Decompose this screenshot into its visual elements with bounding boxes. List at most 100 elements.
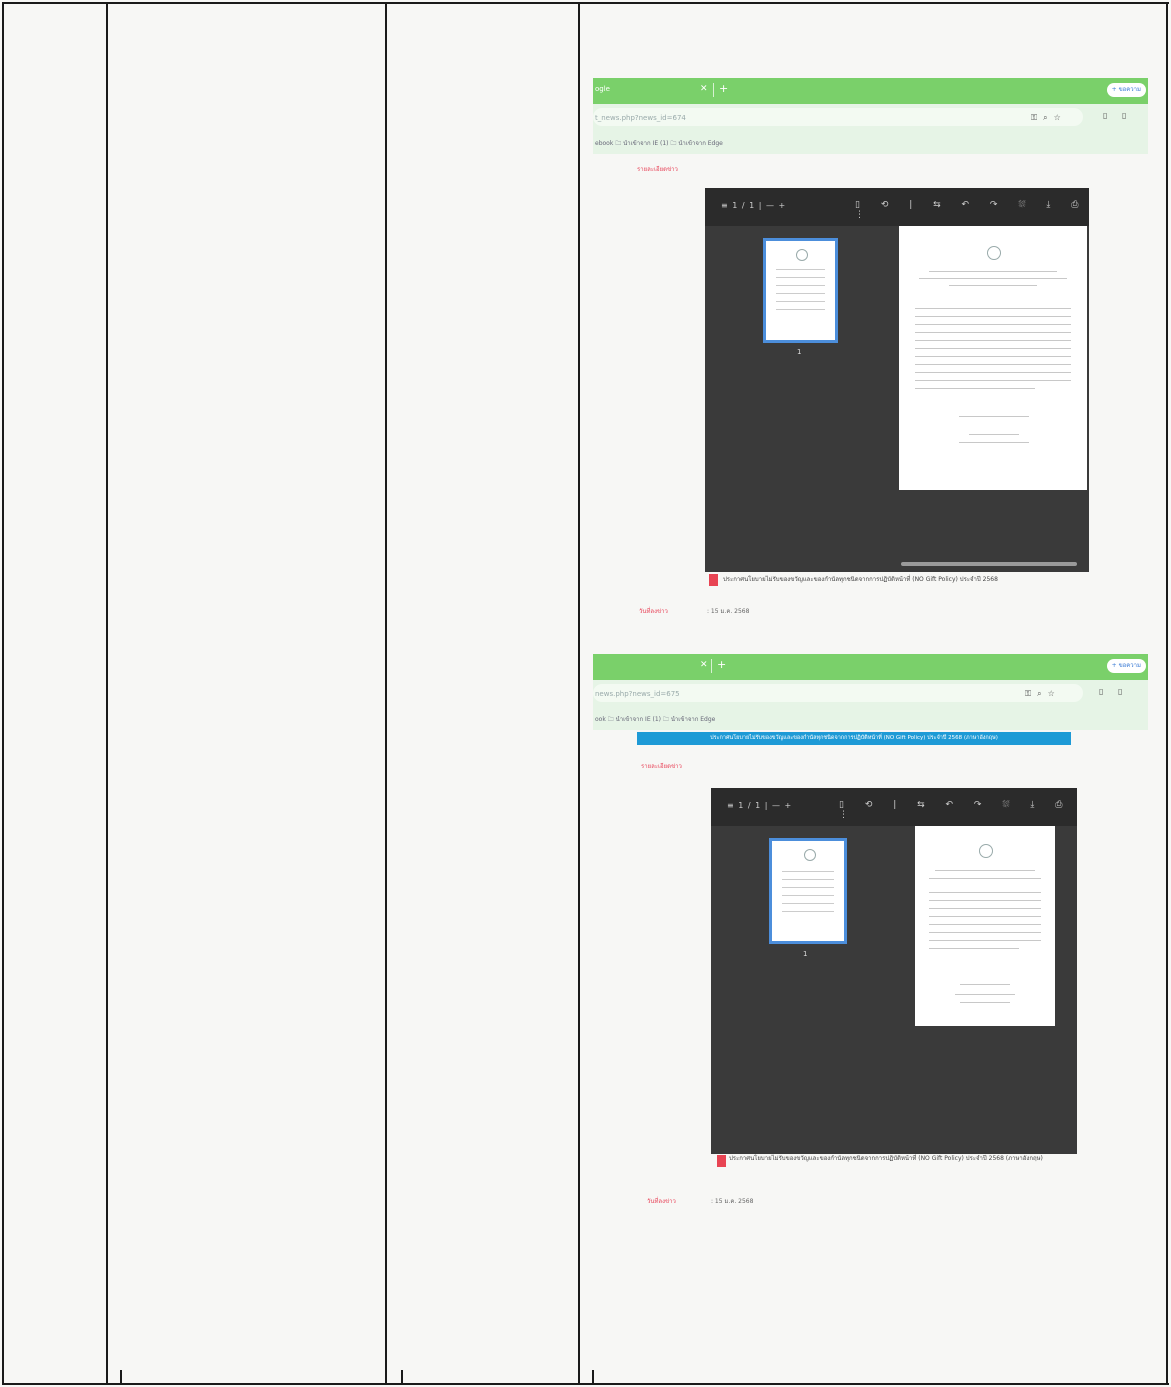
pdf-toolbar-icons[interactable]: ▯ ⟲ | ⇆ ↶ ↷ ⛆ ⤓ ⎙ ⋮ xyxy=(839,800,1077,820)
thumb-text-line xyxy=(776,301,825,302)
page-counter[interactable]: ≡ 1 / 1 | — + xyxy=(721,201,786,210)
extension-icons[interactable]: ▯ ▯ xyxy=(1099,687,1128,696)
pdf-page xyxy=(899,226,1087,490)
thumb-text-line xyxy=(776,269,825,270)
page-text-line xyxy=(929,924,1041,925)
browser-tab-bar: ogle ✕ + + ขอความ xyxy=(593,78,1148,104)
date-value: : 15 ม.ค. 2568 xyxy=(707,608,750,615)
news-title-banner: ประกาศนโยบายไม่รับของขวัญและของกำนัลทุกช… xyxy=(637,732,1071,745)
pdf-toolbar: ≡ 1 / 1 | — + ▯ ⟲ | ⇆ ↶ ↷ ⛆ ⤓ ⎙ ⋮ xyxy=(705,188,1089,226)
seal-icon xyxy=(987,246,1001,260)
address-bar: news.php?news_id=675 ⚿⌕☆ ▯ ▯ xyxy=(593,680,1148,708)
chip-button[interactable]: + ขอความ xyxy=(1106,83,1146,97)
column-divider-4 xyxy=(401,1370,403,1385)
new-tab-icon[interactable]: + xyxy=(719,82,728,95)
bookmarks-bar: ebook 🗀 นำเข้าจาก IE (1) 🗀 นำเข้าจาก Edg… xyxy=(593,132,1148,154)
page-text-line xyxy=(929,916,1041,917)
tab-close-icon[interactable]: ✕ xyxy=(700,84,708,94)
date-label: วันที่ลงข่าว xyxy=(639,608,668,615)
extension-icons[interactable]: ▯ ▯ xyxy=(1103,111,1132,120)
page-text-line xyxy=(929,271,1057,272)
table-border-left xyxy=(2,2,4,1385)
thumb-text-line xyxy=(776,277,825,278)
thumb-text-line xyxy=(776,285,825,286)
pdf-viewer: ≡ 1 / 1 | — + ▯ ⟲ | ⇆ ↶ ↷ ⛆ ⤓ ⎙ ⋮ 1 xyxy=(711,788,1077,1154)
pdf-file-icon[interactable] xyxy=(709,574,718,586)
thumb-text-line xyxy=(782,871,834,872)
page-text-line xyxy=(915,332,1071,333)
address-bar: t_news.php?news_id=674 ⚿⌕☆ ▯ ▯ xyxy=(593,104,1148,132)
thumbnail-number: 1 xyxy=(797,348,802,356)
page-text-line xyxy=(915,308,1071,309)
browser-tab-bar: ✕ + + ขอความ xyxy=(593,654,1148,680)
page-text-line xyxy=(960,1002,1010,1003)
tab-close-icon[interactable]: ✕ xyxy=(700,660,708,670)
page-text-line xyxy=(959,416,1029,417)
page-text-line xyxy=(929,892,1041,893)
chip-button[interactable]: + ขอความ xyxy=(1106,659,1146,673)
page-text-line xyxy=(915,356,1071,357)
page-text-line xyxy=(929,878,1041,879)
tab-title[interactable]: ogle xyxy=(595,85,610,93)
pdf-toolbar-icons[interactable]: ▯ ⟲ | ⇆ ↶ ↷ ⛆ ⤓ ⎙ ⋮ xyxy=(855,200,1089,220)
tab-separator xyxy=(711,659,712,673)
bookmarks-text[interactable]: ook 🗀 นำเข้าจาก IE (1) 🗀 นำเข้าจาก Edge xyxy=(595,714,715,725)
page-counter[interactable]: ≡ 1 / 1 | — + xyxy=(727,801,792,810)
thumbnail-number: 1 xyxy=(803,950,808,958)
section-label: รายละเอียดข่าว xyxy=(637,166,678,173)
date-value: : 15 ม.ค. 2568 xyxy=(711,1198,754,1205)
page-text-line xyxy=(929,908,1041,909)
browser-screenshot-2: ✕ + + ขอความ news.php?news_id=675 ⚿⌕☆ ▯ … xyxy=(593,654,1148,1214)
url-text: news.php?news_id=675 xyxy=(595,690,680,698)
date-label: วันที่ลงข่าว xyxy=(647,1198,676,1205)
page-text-line xyxy=(915,324,1071,325)
page-text-line xyxy=(915,316,1071,317)
page-text-line xyxy=(949,285,1037,286)
column-divider-6 xyxy=(592,1370,594,1385)
page-text-line xyxy=(969,434,1019,435)
thumb-text-line xyxy=(776,309,825,310)
tab-separator xyxy=(713,83,714,97)
page-text-line xyxy=(929,932,1041,933)
thumb-text-line xyxy=(776,293,825,294)
seal-icon xyxy=(979,844,993,858)
bookmarks-text[interactable]: ebook 🗀 นำเข้าจาก IE (1) 🗀 นำเข้าจาก Edg… xyxy=(595,138,723,149)
new-tab-icon[interactable]: + xyxy=(717,658,726,671)
table-border-right xyxy=(1166,2,1168,1385)
url-field[interactable]: t_news.php?news_id=674 ⚿⌕☆ xyxy=(593,108,1083,126)
page-text-line xyxy=(960,984,1010,985)
page-thumbnail[interactable] xyxy=(763,238,838,343)
column-divider-2 xyxy=(120,1370,122,1385)
bookmarks-bar: ook 🗀 นำเข้าจาก IE (1) 🗀 นำเข้าจาก Edge xyxy=(593,708,1148,730)
address-bar-icons[interactable]: ⚿⌕☆ xyxy=(1025,689,1061,699)
thumb-text-line xyxy=(782,887,834,888)
pdf-attachment-link[interactable]: ประกาศนโยบายไม่รับของขวัญและของกำนัลทุกช… xyxy=(717,1154,1077,1164)
thumb-text-line xyxy=(782,911,834,912)
page-text-line xyxy=(915,348,1071,349)
table-border-bottom xyxy=(2,1383,1169,1385)
page-text-line xyxy=(935,870,1035,871)
seal-icon xyxy=(796,249,808,261)
horizontal-scrollbar[interactable] xyxy=(901,562,1077,566)
url-field[interactable]: news.php?news_id=675 ⚿⌕☆ xyxy=(593,684,1083,702)
page-text-line xyxy=(915,372,1071,373)
page-text-line xyxy=(915,380,1071,381)
thumb-text-line xyxy=(782,895,834,896)
browser-screenshot-1: ogle ✕ + + ขอความ t_news.php?news_id=674… xyxy=(593,78,1148,623)
pdf-viewer: ≡ 1 / 1 | — + ▯ ⟲ | ⇆ ↶ ↷ ⛆ ⤓ ⎙ ⋮ 1 xyxy=(705,188,1089,572)
page-text-line xyxy=(915,388,1035,389)
page-text-line xyxy=(929,948,1019,949)
thumb-text-line xyxy=(782,903,834,904)
page-thumbnail[interactable] xyxy=(769,838,847,944)
column-divider-5 xyxy=(578,2,580,1385)
section-label: รายละเอียดข่าว xyxy=(641,763,682,770)
page-text-line xyxy=(915,364,1071,365)
page-text-line xyxy=(929,940,1041,941)
pdf-page xyxy=(915,826,1055,1026)
address-bar-icons[interactable]: ⚿⌕☆ xyxy=(1031,113,1067,123)
url-text: t_news.php?news_id=674 xyxy=(595,114,686,122)
thumb-text-line xyxy=(782,879,834,880)
seal-icon xyxy=(804,849,816,861)
column-divider-1 xyxy=(106,2,108,1385)
pdf-attachment-link[interactable]: ประกาศนโยบายไม่รับของขวัญและของกำนัลทุกช… xyxy=(723,575,1143,585)
